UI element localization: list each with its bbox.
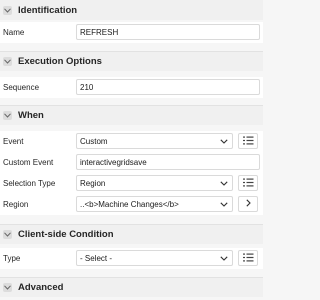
caret-down-icon <box>218 197 230 211</box>
section-title: Client-side Condition <box>18 229 114 240</box>
section-when[interactable]: When <box>0 105 263 125</box>
event-row: Event Custom <box>0 131 263 152</box>
list-icon <box>242 253 254 264</box>
caret-down-icon <box>218 176 230 190</box>
selection-type-select[interactable]: Region <box>76 175 233 191</box>
go-to-region-button[interactable] <box>238 196 258 212</box>
custom-event-input[interactable]: interactivegridsave <box>76 154 260 170</box>
field-label: Type <box>3 254 21 263</box>
field-label: Sequence <box>3 83 40 92</box>
chevron-down-icon[interactable] <box>3 57 12 66</box>
section-title: Identification <box>18 4 78 16</box>
section-title: Execution Options <box>18 56 102 67</box>
field-label: Event <box>3 137 24 146</box>
chevron-down-icon[interactable] <box>3 230 12 239</box>
custom-event-row: Custom Event interactivegridsave <box>0 152 263 173</box>
section-execution-options[interactable]: Execution Options <box>0 51 263 71</box>
type-row: Type - Select - <box>0 248 263 269</box>
list-values-button[interactable] <box>238 175 258 191</box>
section-advanced[interactable]: Advanced <box>0 277 263 297</box>
section-identification[interactable]: Identification <box>0 0 263 20</box>
chevron-down-icon[interactable] <box>3 283 12 292</box>
list-icon <box>242 136 254 147</box>
list-icon <box>242 178 254 189</box>
list-values-button[interactable] <box>238 133 258 149</box>
name-row: Name REFRESH <box>0 22 263 43</box>
name-input[interactable]: REFRESH <box>76 24 260 40</box>
caret-down-icon <box>218 251 230 265</box>
chevron-down-icon[interactable] <box>3 111 12 120</box>
event-select[interactable]: Custom <box>76 133 233 149</box>
sequence-row: Sequence 210 <box>0 77 263 98</box>
selection-type-row: Selection Type Region <box>0 173 263 194</box>
field-label: Selection Type <box>3 179 56 188</box>
region-row: Region ..<b>Machine Changes</b> <box>0 194 263 215</box>
region-select[interactable]: ..<b>Machine Changes</b> <box>76 196 233 212</box>
type-select[interactable]: - Select - <box>76 250 233 266</box>
sequence-input[interactable]: 210 <box>76 79 260 95</box>
section-title: When <box>18 110 44 121</box>
field-label: Region <box>3 200 29 209</box>
section-title: Advanced <box>18 282 64 293</box>
section-client-side-condition[interactable]: Client-side Condition <box>0 224 263 244</box>
field-label: Custom Event <box>3 158 54 167</box>
list-values-button[interactable] <box>238 250 258 266</box>
caret-down-icon <box>218 134 230 148</box>
field-label: Name <box>3 28 25 37</box>
chevron-right-icon <box>245 199 251 209</box>
chevron-down-icon[interactable] <box>3 5 12 15</box>
